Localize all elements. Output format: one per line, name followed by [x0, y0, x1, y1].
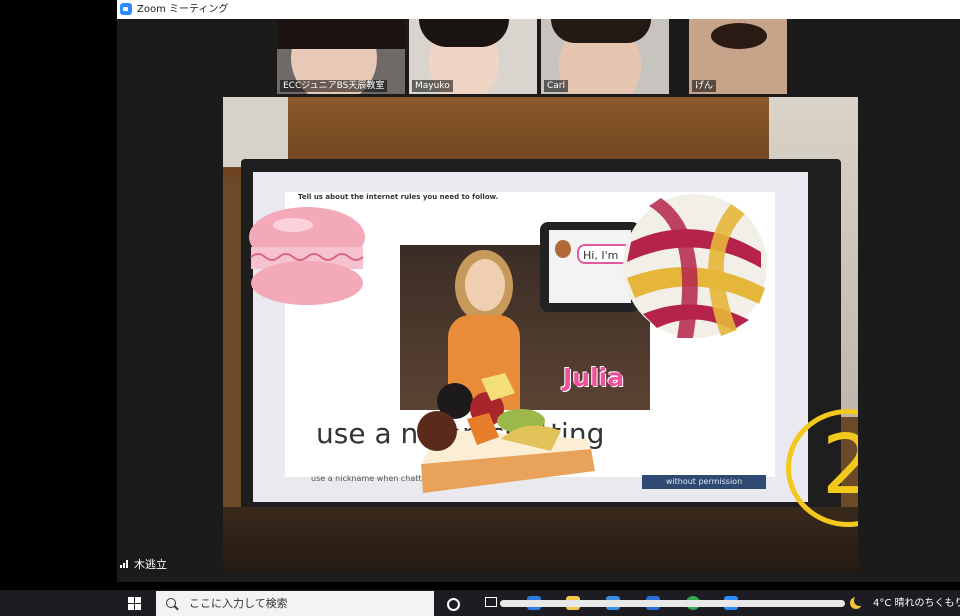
- slide-instruction: Tell us about the internet rules you nee…: [298, 193, 499, 201]
- participant-tile[interactable]: ECCジュニアBS天辰教室: [277, 19, 405, 94]
- search-placeholder: ここに入力して検索: [189, 597, 288, 610]
- participant-name: ECCジュニアBS天辰教室: [280, 80, 388, 92]
- video-progress-bar[interactable]: [500, 600, 845, 607]
- wall-calendar: [223, 97, 288, 167]
- active-speaker-name: 木逃立: [134, 558, 167, 571]
- weather-widget[interactable]: 4°C 晴れのちくもり: [873, 591, 960, 616]
- temperature-label: 4°C: [873, 598, 892, 609]
- participant-name: Carl: [544, 80, 568, 92]
- weather-label: 晴れのちくもり: [894, 598, 960, 609]
- desk: [223, 507, 858, 572]
- tablet-screen: [549, 230, 631, 303]
- taskbar-search-box[interactable]: ここに入力して検索: [156, 591, 434, 616]
- window-title: Zoom ミーティング: [137, 4, 229, 15]
- subcaption-right: without permission: [642, 475, 766, 489]
- participant-name: げん: [692, 80, 717, 92]
- left-black-margin: [0, 0, 117, 616]
- search-icon: [166, 598, 176, 608]
- task-view-icon[interactable]: [485, 597, 497, 607]
- participant-tile[interactable]: Carl: [541, 19, 669, 94]
- fruit-tart-sticker: [417, 373, 595, 493]
- windows-start-icon[interactable]: [128, 597, 142, 611]
- cortana-icon[interactable]: [447, 598, 460, 611]
- candy-ball-sticker: [623, 194, 767, 338]
- signal-strength-icon: [120, 560, 130, 568]
- zoom-app-icon: [120, 3, 132, 15]
- participant-name: Mayuko: [412, 80, 453, 92]
- weather-moon-icon: [850, 595, 865, 609]
- window-titlebar: Zoom ミーティング: [117, 0, 960, 19]
- macaron-sticker: [249, 207, 365, 305]
- participant-video: [711, 23, 767, 49]
- main-video: Tell us about the internet rules you nee…: [223, 97, 858, 572]
- participant-tile[interactable]: Mayuko: [409, 19, 537, 94]
- participant-tile[interactable]: げん: [689, 19, 787, 94]
